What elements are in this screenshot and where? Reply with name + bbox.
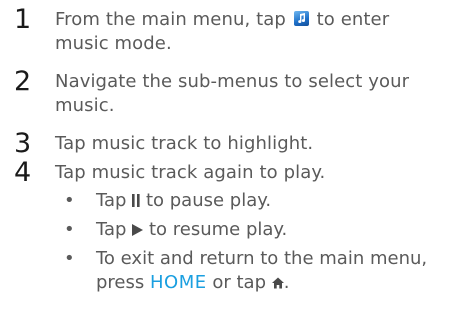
step-text-part: Navigate the sub-menus to select your — [55, 71, 410, 92]
step-text: Navigate the sub-menus to select your mu… — [55, 70, 450, 118]
music-app-icon — [293, 11, 309, 26]
step-text-part: music. — [55, 95, 115, 116]
bullet-text-part: Tap — [96, 219, 127, 240]
step-text: Tap music track to highlight. — [55, 133, 314, 154]
bullet-text: Tap to resume play. — [96, 218, 456, 243]
bullet-text-part: to resume play. — [148, 219, 288, 240]
step-number: 4 — [14, 157, 32, 188]
step-number: 1 — [14, 4, 32, 35]
step-text: From the main menu, tap to enter music m… — [55, 8, 450, 56]
step-text-part: to enter — [316, 9, 390, 30]
home-icon — [271, 272, 284, 296]
bullet-text-part: or tap — [212, 272, 266, 293]
pause-icon — [132, 190, 140, 214]
bullet-text-part: To exit and return to the main menu, — [96, 248, 428, 269]
step-number: 3 — [14, 128, 32, 159]
step-text: Tap music track again to play. — [55, 162, 326, 183]
bullet-text: To exit and return to the main menu, pre… — [96, 247, 456, 296]
bullet-text-part: . — [283, 272, 290, 293]
home-key-label: HOME — [150, 272, 207, 293]
step-text-part: music mode. — [55, 33, 172, 54]
bullet-text: Tap to pause play. — [96, 189, 456, 214]
bullet-dot: • — [64, 190, 75, 211]
step-text-part: From the main menu, tap — [55, 9, 286, 30]
bullet-dot: • — [64, 248, 75, 269]
bullet-text-part: to pause play. — [145, 190, 272, 211]
step-number: 2 — [14, 66, 32, 97]
play-icon — [132, 219, 144, 243]
bullet-text-part: press — [96, 272, 145, 293]
bullet-text-part: Tap — [96, 190, 127, 211]
bullet-dot: • — [64, 219, 75, 240]
